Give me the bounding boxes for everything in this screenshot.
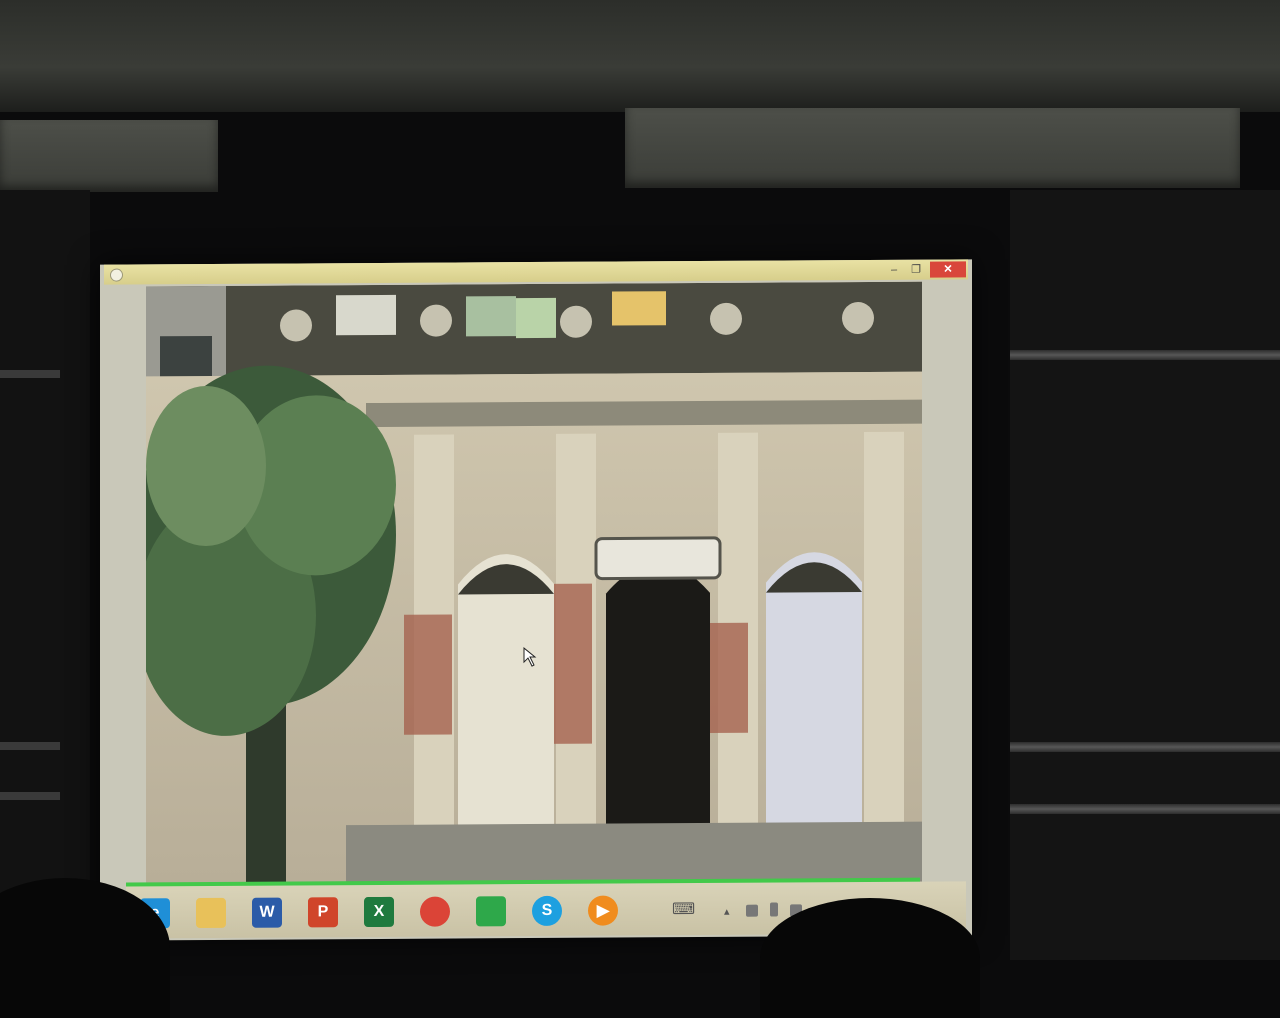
wall-rail — [1010, 804, 1280, 814]
skype-icon[interactable]: S — [532, 895, 562, 927]
wall-left — [0, 190, 90, 960]
hanging-laundry — [336, 294, 396, 336]
hanging-laundry — [516, 297, 556, 339]
network-icon[interactable] — [746, 904, 758, 917]
audience-head — [760, 898, 980, 1018]
wall-rail — [1010, 350, 1280, 360]
projector-screen: – ❐ ✕ W P X S ▶ ⌨ ▴ — [100, 259, 972, 941]
window-title-bar[interactable]: – ❐ ✕ — [104, 259, 968, 285]
word-icon[interactable]: W — [252, 897, 282, 928]
hanging-laundry — [612, 291, 666, 326]
media-player-icon[interactable]: ▶ — [588, 895, 618, 926]
wall-rail — [1010, 742, 1280, 752]
signboard — [594, 536, 722, 581]
close-button[interactable]: ✕ — [930, 261, 966, 278]
hanging-laundry — [466, 296, 516, 337]
ceiling-light-fixture — [0, 120, 218, 192]
wall-rail — [0, 792, 60, 800]
maximize-button[interactable]: ❐ — [906, 262, 926, 278]
excel-icon[interactable]: X — [364, 896, 394, 928]
building-facade-photo — [146, 281, 922, 887]
powerpoint-icon[interactable]: P — [308, 897, 338, 928]
show-hidden-icons-chevron-icon[interactable]: ▴ — [724, 905, 730, 918]
arched-doorways — [458, 552, 862, 865]
cornice — [366, 399, 922, 428]
app-icon — [110, 268, 123, 282]
ceiling-light-fixture — [625, 108, 1240, 188]
minimize-button[interactable]: – — [884, 262, 904, 278]
battery-icon[interactable] — [770, 902, 778, 917]
chrome-icon[interactable] — [420, 896, 450, 927]
wall-rail — [0, 742, 60, 750]
whiteboard-wall — [1010, 190, 1280, 960]
photo-viewer-content — [146, 281, 922, 887]
ceiling — [0, 0, 1280, 112]
front-steps — [346, 821, 922, 886]
file-explorer-icon[interactable] — [196, 897, 226, 929]
touch-keyboard-icon[interactable]: ⌨ — [672, 899, 695, 919]
wall-rail — [0, 370, 60, 378]
store-icon[interactable] — [476, 896, 506, 927]
